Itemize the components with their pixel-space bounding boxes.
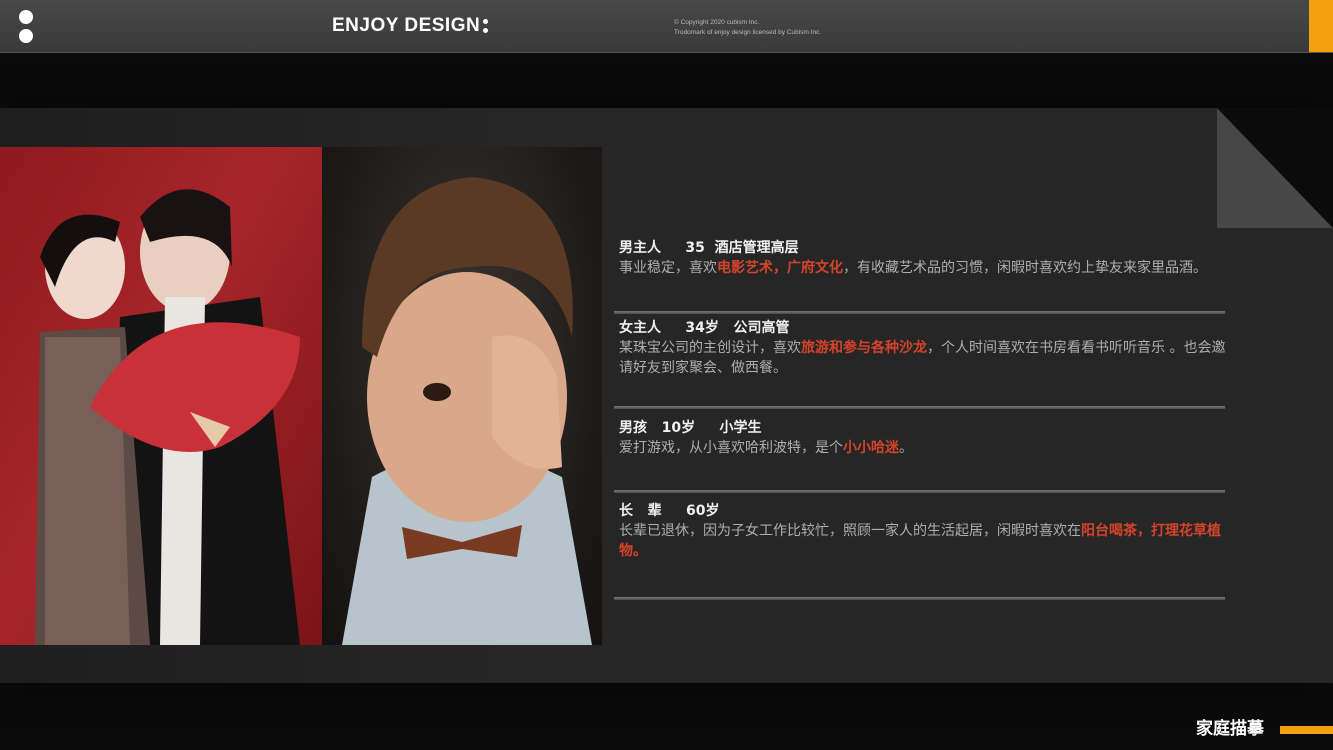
divider [614,597,1225,600]
member-description: 长辈已退休，因为子女工作比较忙，照顾一家人的生活起居，闲暇时喜欢在阳台喝茶，打理… [619,523,1221,559]
member-description: 事业稳定，喜欢电影艺术，广府文化，有收藏艺术品的习惯，闲暇时喜欢约上挚友来家里品… [619,260,1207,276]
copyright-line-2: Trodomark of enjoy design licensed by Cu… [674,29,822,36]
member-boy: 男孩 10岁 小学生 爱打游戏，从小喜欢哈利波特，是个小小哈迷。 [619,418,1229,458]
member-head: 女主人 34岁 公司高管 [619,320,790,336]
member-description: 爱打游戏，从小喜欢哈利波特，是个小小哈迷。 [619,440,913,456]
member-female-host: 女主人 34岁 公司高管 某珠宝公司的主创设计，喜欢旅游和参与各种沙龙，个人时间… [619,318,1229,378]
member-highlight: 电影艺术，广府文化 [717,260,843,276]
member-highlight: 小小哈迷 [843,440,899,456]
member-description: 某珠宝公司的主创设计，喜欢旅游和参与各种沙龙，个人时间喜欢在书房看看书听听音乐 … [619,340,1226,376]
brand-colon-icon [483,16,489,36]
divider [614,490,1225,493]
member-head: 男主人 35 酒店管理高层 [619,240,799,256]
member-head: 男孩 10岁 小学生 [619,420,762,436]
copyright: © Copyright 2020 cubism Inc. Trodomark o… [674,18,821,38]
copyright-line-1: © Copyright 2020 cubism Inc. [674,19,760,26]
brand-logo: ENJOY DESIGN [332,15,489,39]
page-title: 家庭描摹 [1196,719,1264,739]
couple-photo [0,147,322,645]
accent-tab [1309,0,1333,52]
top-bar: ENJOY DESIGN © Copyright 2020 cubism Inc… [0,0,1333,53]
menu-dots-icon[interactable] [19,10,33,46]
page-fold-icon [1217,108,1333,228]
boy-photo [322,147,602,645]
member-head: 长 辈 60岁 [619,503,720,519]
footer-accent-bar [1280,726,1333,734]
brand-text: ENJOY DESIGN [332,15,481,36]
member-elder: 长 辈 60岁 长辈已退休，因为子女工作比较忙，照顾一家人的生活起居，闲暇时喜欢… [619,501,1229,561]
divider [614,406,1225,409]
member-male-host: 男主人 35 酒店管理高层 事业稳定，喜欢电影艺术，广府文化，有收藏艺术品的习惯… [619,238,1229,278]
member-highlight: 旅游和参与各种沙龙 [801,340,927,356]
divider [614,311,1225,314]
